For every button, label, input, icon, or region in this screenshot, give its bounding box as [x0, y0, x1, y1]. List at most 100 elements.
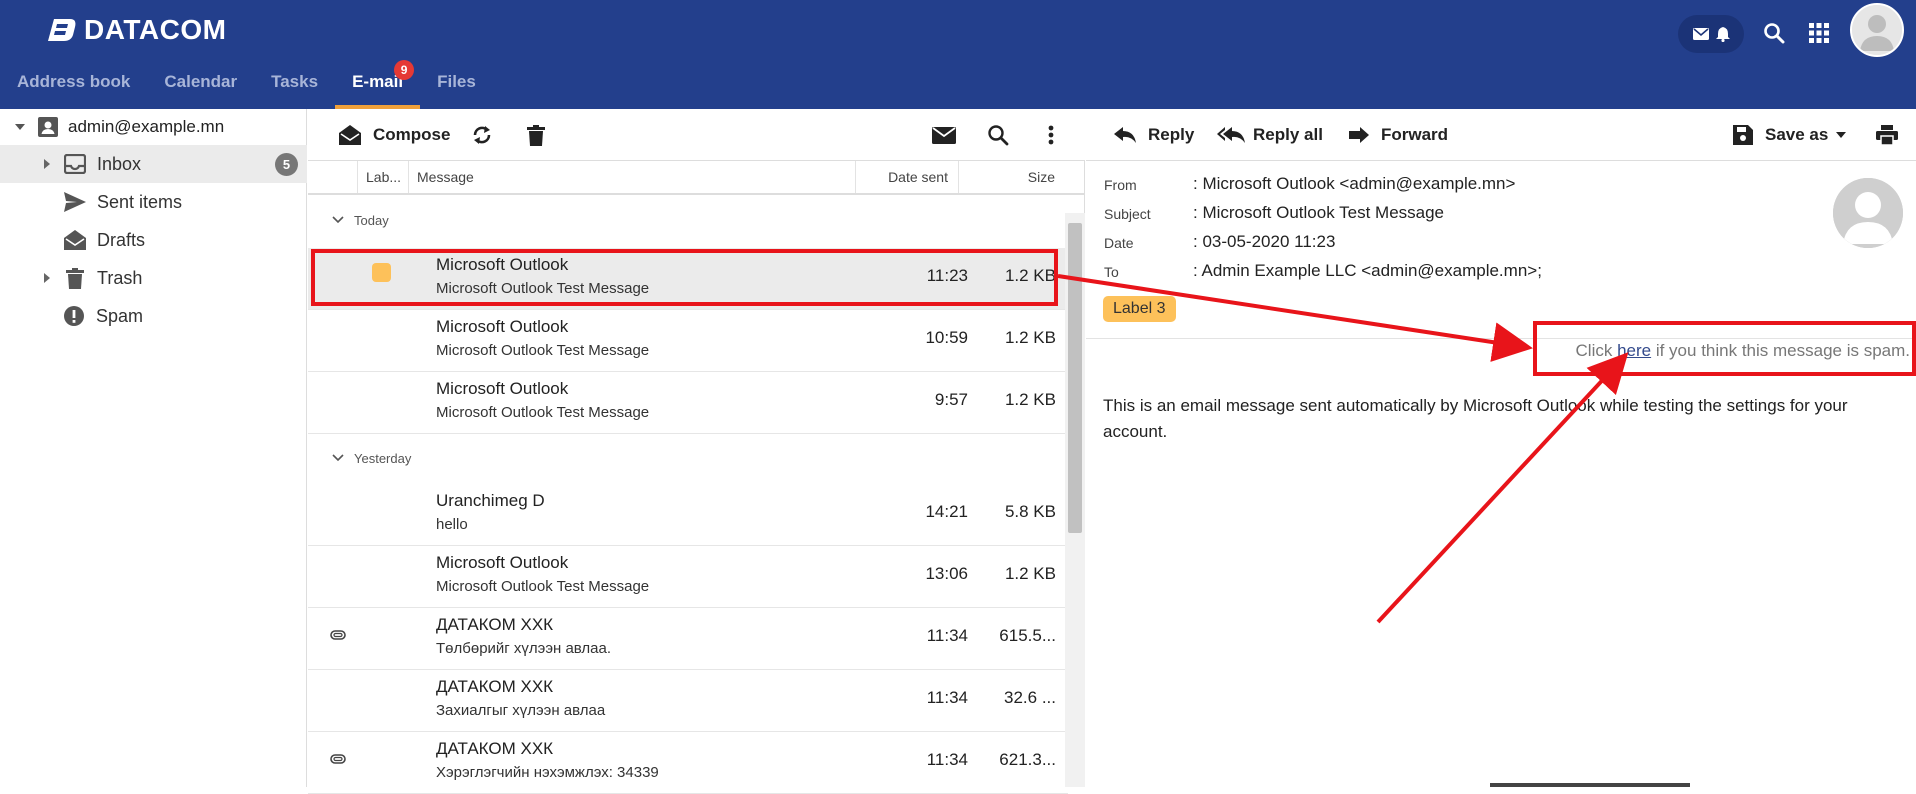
expand-caret-icon[interactable] [40, 159, 54, 169]
collapse-caret-icon[interactable] [13, 123, 27, 130]
printer-icon [1876, 125, 1898, 145]
tab-calendar[interactable]: Calendar [147, 64, 254, 109]
group-yesterday-label: Yesterday [354, 450, 412, 466]
message-time: 10:59 [925, 328, 968, 347]
folder-sent-items[interactable]: Sent items [0, 183, 307, 221]
annotation-box-spam-notice [1533, 321, 1916, 376]
mark-read-button[interactable] [932, 109, 956, 161]
table-row[interactable]: ДАТАКОМ ХХК Захиалгыг хүлээн авлаа 11:34… [308, 670, 1068, 732]
message-body: This is an email message sent automatica… [1103, 396, 1848, 441]
forward-button[interactable]: Forward [1349, 109, 1448, 161]
message-size: 1.2 KB [1004, 390, 1056, 409]
table-row[interactable]: Microsoft Outlook Microsoft Outlook Test… [308, 546, 1068, 608]
column-label[interactable]: Lab... [358, 161, 409, 193]
to-value[interactable]: : Admin Example LLC <admin@example.mn>; [1193, 261, 1542, 281]
apps-button[interactable] [1804, 18, 1834, 48]
reply-button[interactable]: Reply [1114, 109, 1194, 161]
message-time: 14:21 [925, 502, 968, 521]
subject-label: Subject [1104, 206, 1151, 222]
annotation-box-selected-message [311, 249, 1058, 306]
user-avatar-icon [1852, 5, 1902, 55]
refresh-icon [473, 126, 491, 144]
message-sender: Microsoft Outlook [436, 553, 569, 572]
message-sender: ДАТАКОМ ХХК [436, 739, 554, 758]
tab-files[interactable]: Files [420, 64, 493, 109]
message-size: 615.5... [999, 626, 1056, 645]
chevron-down-icon [332, 454, 344, 462]
attachment-icon [330, 754, 346, 764]
search-icon [1764, 23, 1785, 44]
message-subject: Microsoft Outlook Test Message [436, 404, 650, 421]
spam-alert-icon [64, 306, 84, 326]
datacom-logo-icon [48, 19, 76, 41]
reply-label: Reply [1148, 125, 1195, 144]
send-icon [64, 192, 86, 212]
chevron-down-icon [332, 216, 344, 224]
refresh-button[interactable] [471, 109, 493, 161]
group-yesterday[interactable]: Yesterday [308, 435, 1068, 481]
folder-inbox[interactable]: Inbox 5 [0, 145, 307, 183]
sender-avatar [1833, 178, 1903, 248]
list-search-button[interactable] [987, 109, 1009, 161]
folder-sent-label: Sent items [97, 191, 183, 212]
reply-icon [1114, 127, 1136, 143]
table-row[interactable]: Microsoft Outlook Microsoft Outlook Test… [308, 372, 1068, 434]
reply-all-label: Reply all [1253, 125, 1323, 144]
column-flag[interactable] [308, 161, 358, 193]
date-label: Date [1104, 235, 1134, 251]
account-node[interactable]: admin@example.mn [0, 109, 307, 144]
search-icon [988, 125, 1009, 146]
folder-drafts[interactable]: Drafts [0, 221, 307, 259]
message-size: 621.3... [999, 750, 1056, 769]
message-label-chip[interactable]: Label 3 [1103, 296, 1176, 322]
save-as-button[interactable]: Save as [1733, 109, 1847, 161]
account-contact-icon [38, 116, 58, 137]
tab-tasks[interactable]: Tasks [254, 64, 335, 109]
forward-label: Forward [1381, 125, 1449, 144]
column-size[interactable]: Size [959, 161, 1065, 193]
print-button[interactable] [1876, 109, 1898, 161]
group-today[interactable]: Today [308, 197, 1068, 243]
reply-all-button[interactable]: Reply all [1217, 109, 1323, 161]
trash-icon [527, 124, 545, 146]
notifications-button[interactable] [1678, 15, 1744, 53]
folder-spam-label: Spam [96, 305, 144, 326]
message-subject: Microsoft Outlook Test Message [436, 578, 650, 595]
from-value[interactable]: : Microsoft Outlook <admin@example.mn> [1193, 174, 1515, 194]
column-date-sent[interactable]: Date sent [856, 161, 959, 193]
delete-button[interactable] [527, 109, 545, 161]
message-sender: ДАТАКОМ ХХК [436, 677, 554, 696]
reading-pane: Reply Reply all Forward Save as From: M… [1086, 109, 1916, 787]
table-row[interactable]: ДАТАКОМ ХХК Хэрэглэгчийн нэхэмжлэх: 3433… [308, 732, 1068, 794]
message-list-scrollbar[interactable] [1065, 213, 1085, 787]
message-time: 9:57 [934, 390, 968, 409]
reader-toolbar: Reply Reply all Forward Save as [1086, 109, 1916, 161]
bell-icon [1715, 26, 1730, 42]
message-list-header: Lab... Message Date sent Size [308, 161, 1085, 195]
top-header: DATACOM Address book Calendar Tasks E-ma… [0, 0, 1916, 109]
folder-spam[interactable]: Spam [0, 297, 307, 335]
table-row[interactable]: Microsoft Outlook Microsoft Outlook Test… [308, 310, 1068, 372]
table-row[interactable]: Uranchimeg D hello 14:21 5.8 KB [308, 484, 1068, 546]
compose-button[interactable]: Compose [339, 109, 450, 161]
unread-badge: 9 [394, 60, 415, 80]
message-time: 11:34 [926, 626, 968, 645]
list-more-button[interactable] [1048, 109, 1054, 161]
brand-logo[interactable]: DATACOM [48, 14, 226, 46]
bottom-scroll-indicator [1490, 783, 1690, 787]
table-row[interactable]: ДАТАКОМ ХХК Төлбөрийг хүлээн авлаа. 11:3… [308, 608, 1068, 670]
expand-caret-icon[interactable] [40, 273, 54, 283]
folder-trash[interactable]: Trash [0, 259, 307, 297]
scrollbar-thumb[interactable] [1068, 223, 1082, 533]
user-avatar[interactable] [1850, 3, 1904, 57]
column-message[interactable]: Message [409, 161, 856, 193]
reply-all-icon [1217, 127, 1245, 143]
message-time: 13:06 [925, 564, 968, 583]
tab-address-book[interactable]: Address book [0, 64, 147, 109]
inbox-unread-count: 5 [275, 152, 298, 176]
compose-envelope-icon [339, 125, 361, 145]
tab-email[interactable]: E-mail 9 [335, 60, 421, 109]
global-search-button[interactable] [1759, 18, 1789, 48]
message-subject: Microsoft Outlook Test Message [436, 342, 650, 359]
message-sender: Microsoft Outlook [436, 379, 569, 398]
